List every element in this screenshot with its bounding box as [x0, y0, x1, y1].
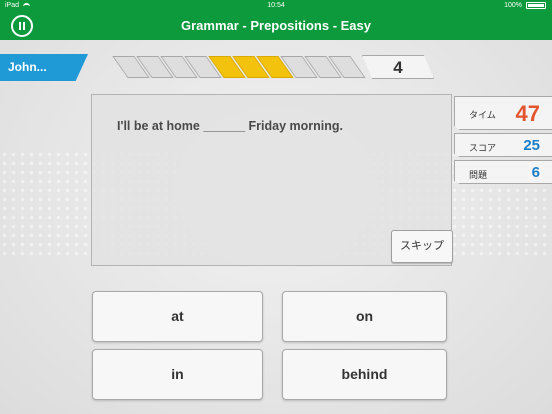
question-counter: 4 [362, 55, 434, 79]
player-name-tag: John... [0, 54, 88, 81]
progress-stripes [112, 56, 366, 78]
status-right: 100% [504, 2, 546, 9]
question-number-stat: 問題 6 [454, 160, 552, 184]
score-label: スコア [469, 143, 497, 153]
question-number-value: 6 [531, 164, 540, 181]
title-bar: Grammar - Prepositions - Easy [0, 12, 552, 40]
time-label: タイム [469, 110, 496, 120]
skip-button[interactable]: スキップ [391, 230, 453, 263]
answer-button-in[interactable]: in [92, 349, 263, 400]
battery-percent: 100% [504, 2, 522, 9]
score-value: 25 [523, 137, 540, 154]
question-text: I'll be at home ______ Friday morning. [117, 119, 343, 133]
battery-icon [526, 2, 546, 9]
score-stat: スコア 25 [454, 133, 552, 157]
time-stat: タイム 47 [454, 96, 552, 130]
status-bar: iPad 10:54 100% [0, 0, 552, 12]
answer-button-at[interactable]: at [92, 291, 263, 342]
answer-button-on[interactable]: on [282, 291, 447, 342]
time-value: 47 [515, 101, 540, 126]
page-title: Grammar - Prepositions - Easy [180, 18, 371, 33]
status-time: 10:54 [267, 2, 285, 9]
question-number-label: 問題 [469, 170, 488, 180]
answer-button-behind[interactable]: behind [282, 349, 447, 400]
